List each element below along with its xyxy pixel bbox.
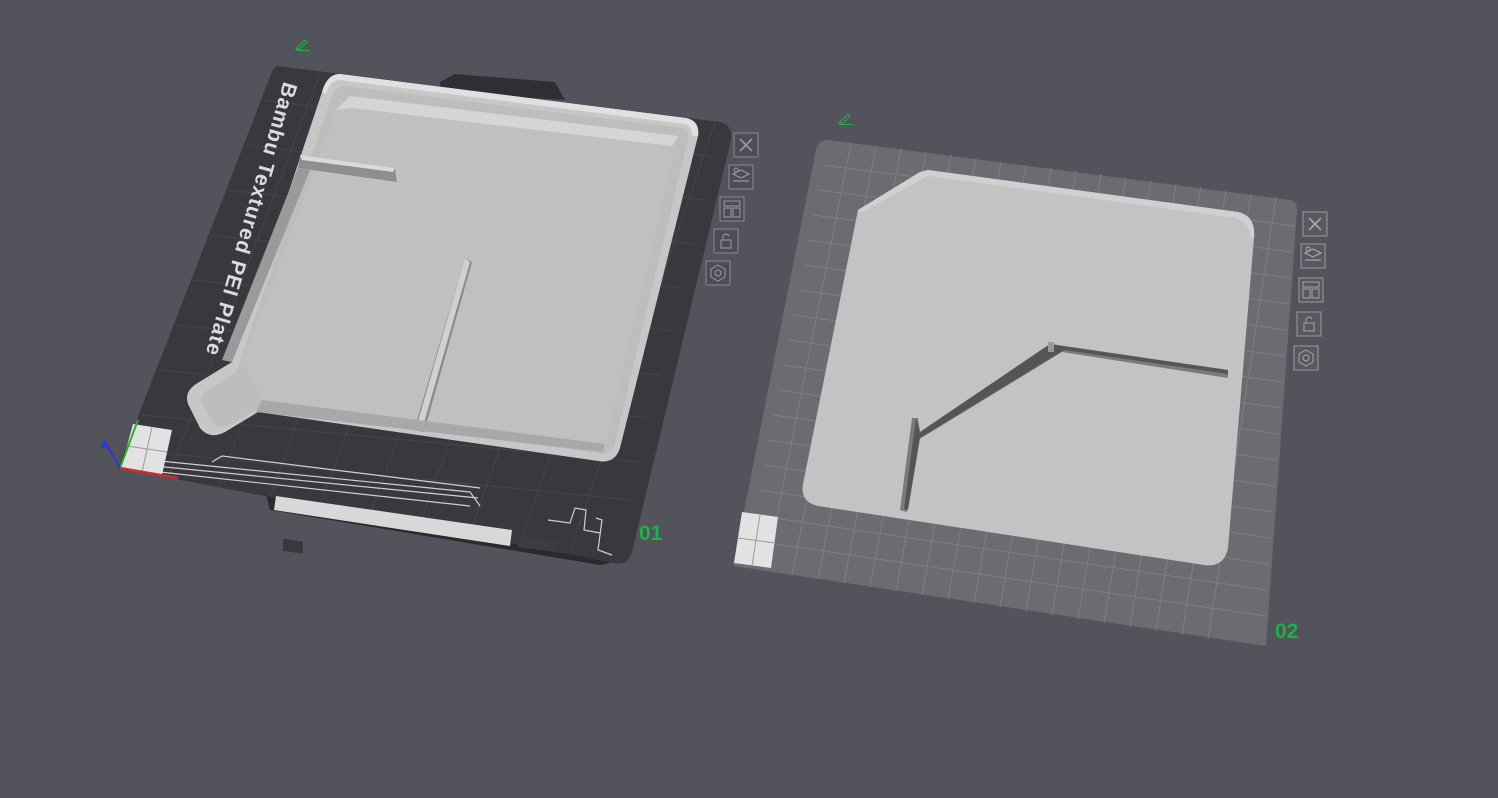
lock-icon[interactable] bbox=[1296, 311, 1322, 337]
arrange-icon[interactable] bbox=[1298, 277, 1324, 303]
3d-viewport[interactable]: Bambu Textured PEI Plate 01 02 bbox=[0, 0, 1498, 798]
orient-icon[interactable] bbox=[1300, 243, 1326, 269]
settings-icon[interactable] bbox=[1293, 345, 1319, 371]
pencil-icon[interactable] bbox=[837, 111, 855, 125]
close-icon[interactable] bbox=[1302, 211, 1328, 237]
plate-02-number: 02 bbox=[1275, 620, 1299, 643]
plate-02-scene bbox=[733, 140, 1298, 646]
